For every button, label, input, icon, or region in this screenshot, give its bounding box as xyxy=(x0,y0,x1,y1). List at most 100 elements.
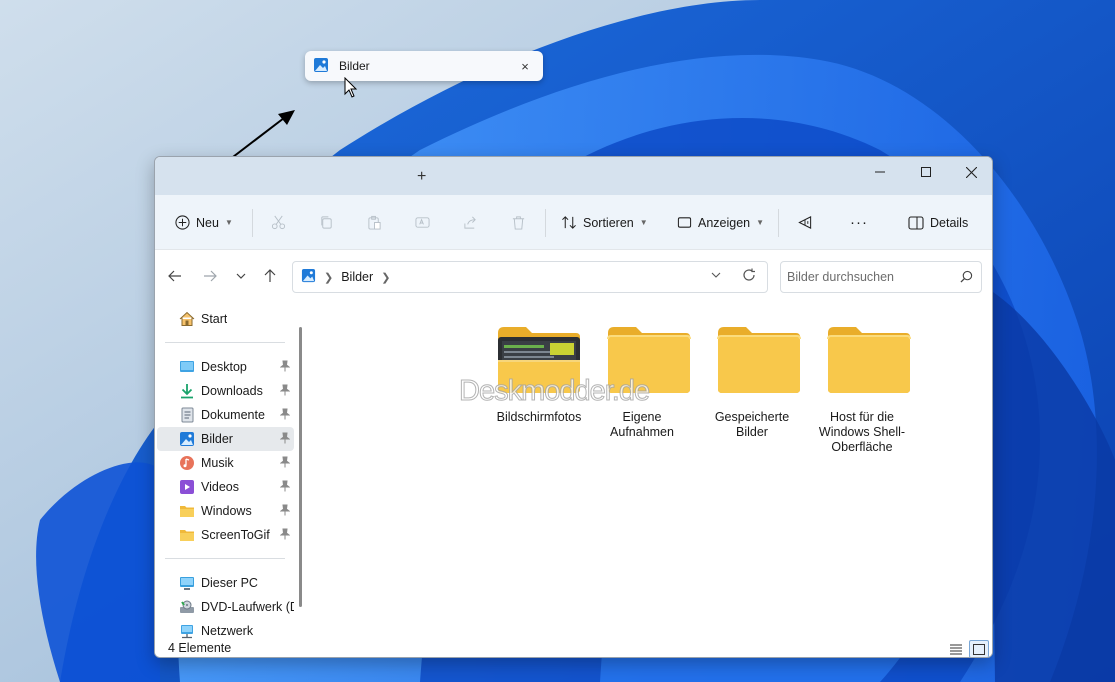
sidebar-item-downloads[interactable]: Downloads xyxy=(157,379,294,403)
pin-icon[interactable] xyxy=(279,408,291,423)
command-bar: Neu ▼ Sortieren ▼ Anzeigen ▼ ··· Details xyxy=(155,195,992,250)
pin-icon[interactable] xyxy=(279,528,291,543)
forward-button[interactable] xyxy=(199,265,221,287)
details-pane-icon xyxy=(908,215,924,230)
sidebar-divider xyxy=(165,342,285,343)
status-bar: 4 Elemente xyxy=(155,639,992,657)
copy-button[interactable] xyxy=(319,195,334,250)
delete-button[interactable] xyxy=(511,195,526,250)
rename-button[interactable] xyxy=(415,195,430,250)
share-icon xyxy=(464,216,476,229)
sidebar-item-pictures[interactable]: Bilder xyxy=(157,427,294,451)
new-button[interactable]: Neu ▼ xyxy=(175,195,233,250)
close-window-button[interactable] xyxy=(948,157,992,187)
folder-icon xyxy=(179,503,195,519)
home-icon xyxy=(179,311,195,327)
sidebar-item-documents[interactable]: Dokumente xyxy=(157,403,294,427)
details-view-button[interactable] xyxy=(946,640,966,657)
scrollbar-thumb[interactable] xyxy=(299,327,302,607)
view-icon xyxy=(677,217,692,228)
details-button[interactable]: Details xyxy=(908,195,968,250)
view-button-label: Anzeigen xyxy=(698,215,751,230)
navigation-pane: Start Desktop Downloads Dokumente Bilder… xyxy=(155,305,303,639)
pin-icon[interactable] xyxy=(279,504,291,519)
sidebar-item-label: Videos xyxy=(201,480,239,494)
sidebar-item-label: Downloads xyxy=(201,384,263,398)
breadcrumb-pictures[interactable]: Bilder xyxy=(341,270,373,284)
folder-item[interactable] xyxy=(709,323,809,398)
sidebar-item-windows[interactable]: Windows xyxy=(157,499,294,523)
breadcrumb-separator-icon[interactable]: ❯ xyxy=(381,271,390,284)
filter-button[interactable] xyxy=(797,195,813,250)
sidebar-item-label: Netzwerk xyxy=(201,624,254,638)
sidebar-item-dvd-drive[interactable]: DVD-Laufwerk (D: xyxy=(157,595,294,619)
music-icon xyxy=(179,455,195,471)
navigation-pane-scrollbar[interactable] xyxy=(294,307,308,634)
sort-icon xyxy=(562,216,576,229)
sidebar-item-label: Dieser PC xyxy=(201,576,258,590)
search-placeholder: Bilder durchsuchen xyxy=(787,270,895,284)
navigation-row: ❯ Bilder ❯ Bilder durchsuchen xyxy=(155,251,992,301)
sort-button-label: Sortieren xyxy=(583,215,634,230)
sidebar-item-desktop[interactable]: Desktop xyxy=(157,355,294,379)
pin-icon[interactable] xyxy=(279,480,291,495)
chevron-down-icon: ▼ xyxy=(756,218,765,227)
chevron-down-icon: ▼ xyxy=(224,218,233,227)
title-bar: + xyxy=(155,157,992,195)
download-icon xyxy=(179,383,195,399)
new-tab-button[interactable]: + xyxy=(417,169,426,185)
refresh-icon xyxy=(743,268,755,281)
arrow-right-icon xyxy=(204,270,217,282)
refresh-button[interactable] xyxy=(742,268,756,285)
desktop-icon xyxy=(179,359,195,375)
dragged-tab[interactable]: Bilder × xyxy=(305,51,543,81)
folder-label: Eigene Aufnahmen xyxy=(610,410,674,439)
sort-button[interactable]: Sortieren ▼ xyxy=(561,195,648,250)
details-button-label: Details xyxy=(930,215,969,230)
toolbar-divider xyxy=(252,209,253,237)
maximize-button[interactable] xyxy=(903,157,949,187)
paste-button[interactable] xyxy=(367,195,382,250)
rename-icon xyxy=(415,217,430,228)
copy-icon xyxy=(321,216,332,229)
address-history-dropdown[interactable] xyxy=(711,270,721,281)
pictures-icon xyxy=(179,431,195,447)
breadcrumb-separator-icon[interactable]: ❯ xyxy=(324,271,333,284)
sidebar-item-start[interactable]: Start xyxy=(157,307,294,331)
back-button[interactable] xyxy=(164,265,186,287)
minimize-button[interactable] xyxy=(857,157,903,187)
recent-locations-button[interactable] xyxy=(230,265,252,287)
more-options-button[interactable]: ··· xyxy=(850,195,868,250)
add-circle-icon xyxy=(175,215,190,230)
sidebar-item-label: Start xyxy=(201,312,228,326)
sidebar-item-screentogif[interactable]: ScreenToGif xyxy=(157,523,294,547)
pin-icon[interactable] xyxy=(279,432,291,447)
cut-icon xyxy=(271,215,286,230)
arrow-left-icon xyxy=(168,270,181,282)
folder-item[interactable] xyxy=(819,323,919,398)
sidebar-item-videos[interactable]: Videos xyxy=(157,475,294,499)
pin-icon[interactable] xyxy=(279,456,291,471)
close-tab-icon[interactable]: × xyxy=(515,59,535,74)
close-icon xyxy=(965,166,977,178)
address-bar[interactable]: ❯ Bilder ❯ xyxy=(292,261,768,293)
toolbar-divider xyxy=(778,209,779,237)
sidebar-item-this-pc[interactable]: Dieser PC xyxy=(157,571,294,595)
sidebar-item-music[interactable]: Musik xyxy=(157,451,294,475)
search-input[interactable]: Bilder durchsuchen xyxy=(780,261,982,293)
folder-label: Host für die Windows Shell-Oberfläche xyxy=(818,410,906,454)
pin-icon[interactable] xyxy=(279,384,291,399)
share-button[interactable] xyxy=(463,195,478,250)
chevron-down-icon xyxy=(711,272,721,278)
network-icon xyxy=(179,623,195,639)
tiles-view-button[interactable] xyxy=(969,640,989,657)
pin-icon[interactable] xyxy=(279,360,291,375)
toolbar-divider xyxy=(545,209,546,237)
view-button[interactable]: Anzeigen ▼ xyxy=(677,195,764,250)
up-button[interactable] xyxy=(259,265,281,287)
dragged-tab-title: Bilder xyxy=(339,59,370,73)
list-view-icon xyxy=(950,644,962,654)
watermark-text: Deskmodder.de xyxy=(458,375,650,408)
sidebar-item-label: ScreenToGif xyxy=(201,528,270,542)
cut-button[interactable] xyxy=(271,195,286,250)
